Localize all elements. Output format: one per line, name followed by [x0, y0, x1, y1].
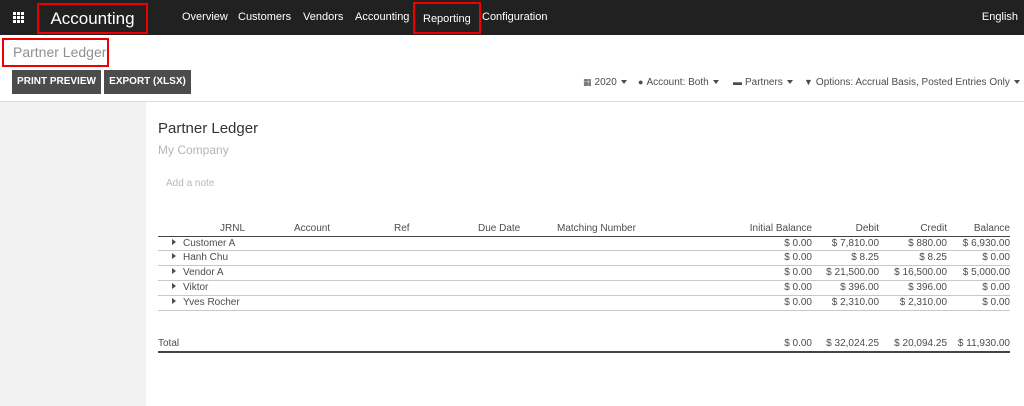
total-balance: $ 11,930.00 — [957, 338, 1010, 349]
partner-cell: Customer A — [172, 238, 235, 249]
col-debit: Debit — [855, 223, 879, 234]
caret-right-icon — [172, 239, 176, 245]
table-row[interactable]: Customer A $ 0.00 $ 7,810.00 $ 880.00 $ … — [158, 236, 1010, 251]
chevron-down-icon — [620, 80, 627, 85]
credit-cell: $ 8.25 — [919, 252, 947, 263]
balance-cell: $ 5,000.00 — [962, 267, 1010, 278]
total-label: Total — [158, 338, 180, 349]
col-initial-balance: Initial Balance — [749, 223, 812, 234]
partner-cell: Viktor — [172, 282, 208, 293]
language-selector[interactable]: English — [982, 0, 1018, 35]
top-navbar: Accounting Overview Customers Vendors Ac… — [0, 0, 1024, 35]
balance-cell: $ 0.00 — [982, 297, 1010, 308]
partner-cell: Hanh Chu — [172, 252, 228, 263]
balance-cell: $ 0.00 — [982, 252, 1010, 263]
debit-cell: $ 21,500.00 — [826, 267, 879, 278]
options-filter-label: Options: Accrual Basis, Posted Entries O… — [815, 77, 1010, 88]
options-filter[interactable]: ▼ Options: Accrual Basis, Posted Entries … — [804, 72, 1020, 92]
credit-cell: $ 396.00 — [908, 282, 947, 293]
table-row[interactable]: Hanh Chu $ 0.00 $ 8.25 $ 8.25 $ 0.00 — [158, 251, 1010, 266]
apps-menu-button[interactable] — [0, 0, 36, 35]
date-filter[interactable]: ▦ 2020 — [583, 72, 627, 92]
table-row[interactable]: Yves Rocher $ 0.00 $ 2,310.00 $ 2,310.00… — [158, 296, 1010, 311]
table-row[interactable]: Viktor $ 0.00 $ 396.00 $ 396.00 $ 0.00 — [158, 281, 1010, 296]
app-name[interactable]: Accounting — [37, 3, 148, 34]
control-panel-divider — [0, 101, 1024, 102]
initial-balance-cell: $ 0.00 — [784, 267, 812, 278]
debit-cell: $ 396.00 — [840, 282, 879, 293]
caret-right-icon — [172, 298, 176, 304]
export-xlsx-button[interactable]: EXPORT (XLSX) — [104, 70, 191, 94]
report-left-margin — [0, 102, 146, 406]
breadcrumb: Partner Ledger — [2, 38, 109, 67]
total-initial-balance: $ 0.00 — [784, 338, 812, 349]
folder-icon: ▬ — [733, 77, 742, 87]
initial-balance-cell: $ 0.00 — [784, 297, 812, 308]
menu-reporting[interactable]: Reporting — [413, 2, 481, 34]
col-jrnl: JRNL — [220, 223, 246, 234]
chevron-down-icon — [786, 80, 793, 85]
credit-cell: $ 2,310.00 — [899, 297, 947, 308]
caret-right-icon — [172, 283, 176, 289]
report-title: Partner Ledger — [158, 120, 259, 137]
debit-cell: $ 2,310.00 — [831, 297, 879, 308]
chevron-down-icon — [712, 80, 719, 85]
col-credit: Credit — [920, 223, 947, 234]
table-row[interactable]: Vendor A $ 0.00 $ 21,500.00 $ 16,500.00 … — [158, 266, 1010, 281]
menu-overview[interactable]: Overview — [182, 0, 228, 35]
menu-accounting[interactable]: Accounting — [355, 0, 409, 35]
partners-filter[interactable]: ▬ Partners — [733, 72, 793, 92]
account-filter-label: Account: Both — [646, 77, 709, 88]
total-credit: $ 20,094.25 — [894, 338, 947, 349]
chevron-down-icon — [1013, 80, 1020, 85]
user-icon: ● — [638, 77, 644, 87]
initial-balance-cell: $ 0.00 — [784, 282, 812, 293]
total-debit: $ 32,024.25 — [826, 338, 879, 349]
credit-cell: $ 880.00 — [908, 238, 947, 249]
col-balance: Balance — [973, 223, 1010, 234]
debit-cell: $ 7,810.00 — [831, 238, 879, 249]
menu-configuration[interactable]: Configuration — [482, 0, 547, 35]
total-row: Total $ 0.00 $ 32,024.25 $ 20,094.25 $ 1… — [158, 337, 1010, 353]
partners-filter-label: Partners — [745, 77, 783, 88]
funnel-icon: ▼ — [804, 77, 813, 87]
calendar-icon: ▦ — [583, 77, 592, 87]
menu-vendors[interactable]: Vendors — [303, 0, 343, 35]
print-preview-button[interactable]: PRINT PREVIEW — [12, 70, 101, 94]
apps-grid-icon — [12, 12, 24, 23]
caret-right-icon — [172, 268, 176, 274]
col-account: Account — [294, 223, 331, 234]
company-name: My Company — [158, 143, 229, 157]
date-filter-label: 2020 — [594, 77, 617, 88]
menu-customers[interactable]: Customers — [238, 0, 291, 35]
col-matching-number: Matching Number — [557, 223, 636, 234]
partner-cell: Yves Rocher — [172, 297, 240, 308]
account-filter[interactable]: ● Account: Both — [638, 72, 719, 92]
partner-cell: Vendor A — [172, 267, 224, 278]
add-note-field[interactable]: Add a note — [166, 178, 214, 189]
credit-cell: $ 16,500.00 — [894, 267, 947, 278]
initial-balance-cell: $ 0.00 — [784, 252, 812, 263]
col-ref: Ref — [394, 223, 410, 234]
col-due-date: Due Date — [478, 223, 521, 234]
initial-balance-cell: $ 0.00 — [784, 238, 812, 249]
balance-cell: $ 6,930.00 — [962, 238, 1010, 249]
debit-cell: $ 8.25 — [851, 252, 879, 263]
balance-cell: $ 0.00 — [982, 282, 1010, 293]
caret-right-icon — [172, 253, 176, 259]
